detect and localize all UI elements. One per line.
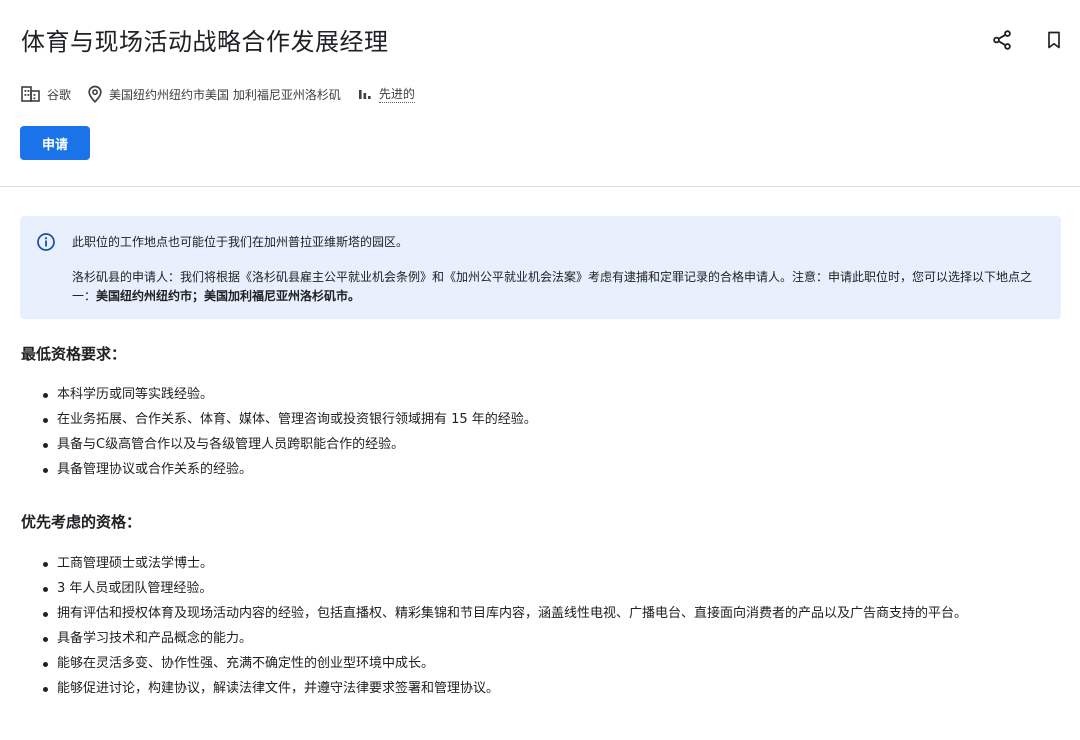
minimum-qualifications-list: 本科学历或同等实践经验。 在业务拓展、合作关系、体育、媒体、管理咨询或投资银行领… [21,384,1066,484]
list-item: 能够在灵活多变、协作性强、充满不确定性的创业型环境中成长。 [21,653,1066,675]
bookmark-icon[interactable] [1042,28,1066,52]
list-item: 具备管理协议或合作关系的经验。 [21,459,1066,481]
notice-text-locations: 美国纽约州纽约市；美国加利福尼亚州洛杉矶市。 [96,289,361,303]
bar-chart-icon [358,90,371,99]
list-item: 具备学习技术和产品概念的能力。 [21,628,1066,650]
preferred-qualifications-title: 优先考虑的资格： [21,513,142,531]
location-meta: 美国纽约州纽约市美国 加利福尼亚州洛杉矶 [87,85,341,103]
notice-text-location: 此职位的工作地点也可能位于我们在加州普拉亚维斯塔的园区。 [72,235,409,249]
list-item: 3 年人员或团队管理经验。 [21,578,1066,600]
apply-button[interactable]: 申请 [20,126,90,160]
company-meta: 谷歌 [21,85,71,103]
building-icon [21,86,40,102]
list-item: 拥有评估和授权体育及现场活动内容的经验，包括直播权、精彩集锦和节目库内容，涵盖线… [21,603,1066,625]
location-text: 美国纽约州纽约市美国 加利福尼亚州洛杉矶 [109,87,341,102]
location-pin-icon [88,85,102,103]
list-item: 在业务拓展、合作关系、体育、媒体、管理咨询或投资银行领域拥有 15 年的经验。 [21,409,1066,431]
job-header: 体育与现场活动战略合作发展经理 谷歌 美国纽约州纽约市美国 加利福尼亚州洛杉矶 … [0,0,1080,187]
level-link[interactable]: 先进的 [378,86,415,103]
company-name: 谷歌 [47,87,72,102]
minimum-qualifications-title: 最低资格要求： [21,345,127,363]
level-meta: 先进的 [357,86,415,103]
job-meta: 谷歌 美国纽约州纽约市美国 加利福尼亚州洛杉矶 先进的 [21,83,431,105]
info-notice: 此职位的工作地点也可能位于我们在加州普拉亚维斯塔的园区。 洛杉矶县的申请人：我们… [20,216,1061,319]
preferred-qualifications-list: 工商管理硕士或法学博士。 3 年人员或团队管理经验。 拥有评估和授权体育及现场活… [21,553,1066,703]
list-item: 能够促进讨论，构建协议，解读法律文件，并遵守法律要求签署和管理协议。 [21,678,1066,700]
job-title: 体育与现场活动战略合作发展经理 [21,28,389,56]
notice-text-applicants: 洛杉矶县的申请人：我们将根据《洛杉矶县雇主公平就业机会条例》和《加州公平就业机会… [72,268,1032,306]
share-icon[interactable] [990,28,1014,52]
list-item: 工商管理硕士或法学博士。 [21,553,1066,575]
list-item: 具备与C级高管合作以及与各级管理人员跨职能合作的经验。 [21,434,1066,456]
list-item: 本科学历或同等实践经验。 [21,384,1066,406]
info-icon [37,233,55,251]
